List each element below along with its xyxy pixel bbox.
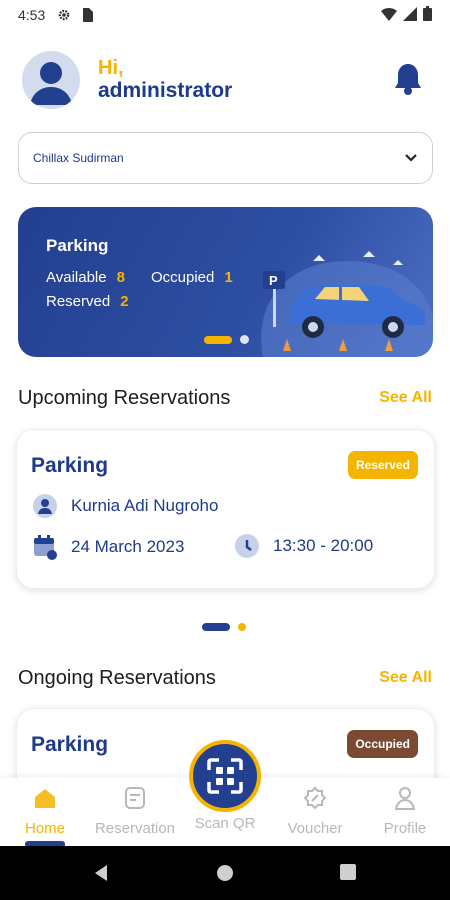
notification-bell-icon[interactable]: [394, 62, 422, 101]
user-icon: [33, 494, 57, 518]
reservation-user-row: Kurnia Adi Nugroho: [33, 494, 218, 518]
reserved-stat: Reserved 2: [46, 293, 129, 310]
banner-pager[interactable]: [204, 335, 249, 344]
available-stat: Available 8: [46, 269, 125, 286]
occupied-count: 1: [224, 269, 233, 286]
nav-voucher[interactable]: Voucher: [270, 778, 360, 846]
scan-qr-button[interactable]: [189, 740, 261, 812]
status-bar: 4:53: [0, 0, 450, 30]
location-value: Chillax Sudirman: [33, 151, 124, 165]
nav-home[interactable]: Home: [0, 778, 90, 846]
nav-profile[interactable]: Profile: [360, 778, 450, 846]
reservation-icon: [123, 786, 147, 814]
avatar[interactable]: [22, 51, 80, 109]
back-icon[interactable]: [92, 864, 110, 887]
signal-icon: [403, 6, 417, 24]
reservations-pager[interactable]: [202, 623, 246, 631]
parking-car-illustration: P: [261, 251, 433, 357]
location-dropdown[interactable]: Chillax Sudirman: [18, 132, 433, 184]
reservation-time: 13:30 - 20:00: [273, 536, 374, 555]
voucher-icon: [303, 786, 327, 814]
battery-icon: [423, 6, 432, 24]
reservation-date-row: 24 March 2023: [33, 534, 184, 560]
reservation-time-row: 13:30 - 20:00: [235, 534, 373, 558]
user-avatar-icon: [30, 62, 72, 105]
ongoing-section-title: Ongoing Reservations: [18, 667, 216, 689]
ongoing-see-all-link[interactable]: See All: [379, 669, 432, 687]
banner-title: Parking: [46, 236, 109, 255]
status-time: 4:53: [18, 7, 46, 23]
chevron-down-icon: [404, 153, 418, 163]
recents-icon[interactable]: [340, 864, 356, 885]
calendar-icon: [33, 534, 57, 560]
status-badge: Reserved: [347, 451, 418, 479]
card-title: Parking: [31, 454, 109, 477]
greeting-text: Hi,: [98, 57, 124, 80]
home-button-icon[interactable]: [216, 864, 234, 887]
available-count: 8: [116, 269, 125, 286]
system-navigation-bar: [0, 846, 450, 900]
upcoming-section-title: Upcoming Reservations: [18, 387, 231, 409]
svg-text:P: P: [269, 273, 278, 288]
wifi-icon: [381, 7, 397, 24]
parking-summary-banner[interactable]: Parking Available 8 Occupied 1 Reserved 2 P: [18, 207, 433, 357]
nav-scan-qr-label[interactable]: Scan QR: [180, 815, 270, 832]
header: Hi, administrator: [22, 50, 430, 110]
upcoming-reservation-card[interactable]: Parking Reserved Kurnia Adi Nugroho 24 M…: [16, 429, 435, 589]
username-text: administrator: [98, 79, 233, 103]
clock-icon: [235, 534, 259, 558]
occupied-stat: Occupied 1: [151, 269, 233, 286]
nav-voucher-label: Voucher: [287, 820, 343, 837]
status-badge: Occupied: [347, 730, 418, 758]
upcoming-see-all-link[interactable]: See All: [379, 389, 432, 407]
nav-profile-label: Profile: [383, 820, 427, 837]
home-icon: [33, 786, 57, 814]
nav-reservation[interactable]: Reservation: [90, 778, 180, 846]
nav-home-label: Home: [24, 820, 65, 837]
card-title: Parking: [31, 733, 109, 756]
reservation-user-name: Kurnia Adi Nugroho: [71, 496, 219, 515]
nav-reservation-label: Reservation: [94, 820, 176, 837]
sim-card-icon: [81, 8, 94, 22]
settings-icon: [57, 8, 71, 22]
reservation-date: 24 March 2023: [71, 537, 185, 556]
profile-icon: [393, 786, 417, 814]
scan-qr-icon: [207, 758, 243, 794]
reserved-count: 2: [120, 293, 129, 310]
